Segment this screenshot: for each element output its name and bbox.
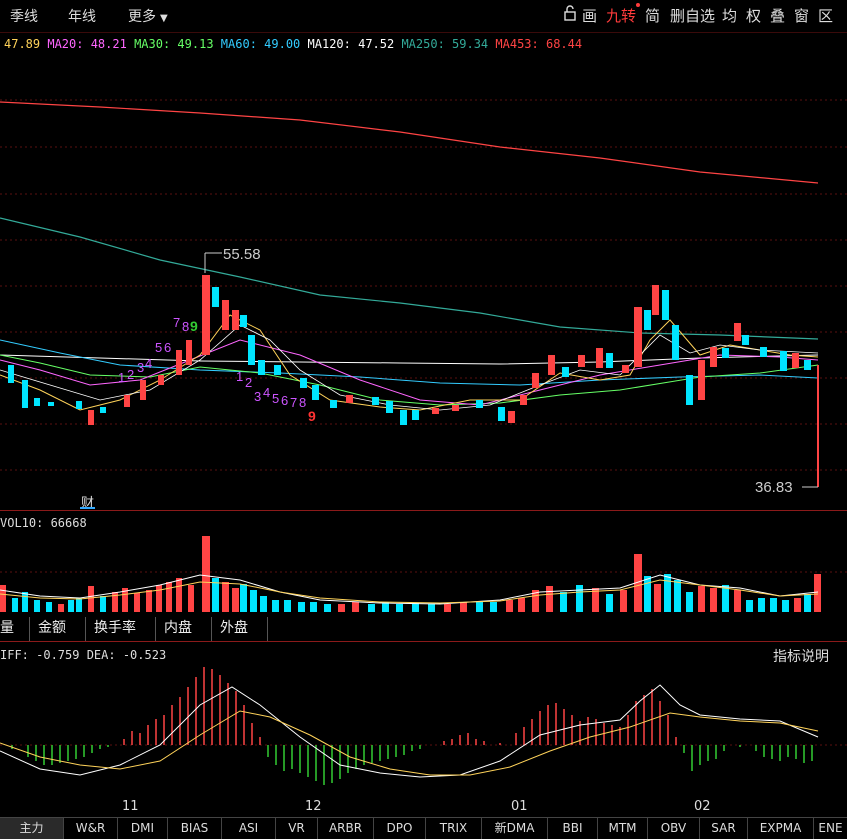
tab-mtm[interactable]: MTM (598, 818, 648, 839)
td-down-6: 6 (281, 393, 288, 408)
tab-arbr[interactable]: ARBR (318, 818, 374, 839)
tab-bias[interactable]: BIAS (168, 818, 222, 839)
tab-ene[interactable]: ENE (814, 818, 847, 839)
td-down-5: 5 (272, 391, 279, 406)
td-down-7: 7 (290, 395, 297, 410)
price-chart[interactable]: 55.58 36.83 1 2 3 4 5 6 7 8 9 1 2 3 4 5 … (0, 55, 847, 510)
ma250-line (0, 217, 819, 340)
macd-label: IFF: -0.759 DEA: -0.523 (0, 648, 167, 662)
ma-legend: 47.89 MA20: 48.21 MA30: 49.13 MA60: 49.0… (4, 37, 582, 53)
td-up-1: 1 (118, 370, 125, 385)
month-axis: 11 12 01 02 (0, 797, 847, 817)
td-down-1: 1 (236, 369, 243, 384)
month-label-12: 12 (305, 799, 322, 814)
tab-dmi[interactable]: DMI (118, 818, 168, 839)
macd-chart[interactable] (0, 665, 847, 797)
tab-obv[interactable]: OBV (648, 818, 700, 839)
macd-dea-line (0, 710, 819, 776)
td-up-6: 6 (164, 340, 171, 355)
divider-price-volume (0, 510, 847, 511)
tab-outer[interactable]: 外盘 (212, 617, 268, 641)
td-up-5: 5 (155, 340, 162, 355)
simplified-button[interactable]: 简 (645, 5, 660, 26)
ma-value-5: 47.89 (4, 37, 41, 51)
high-price-label: 55.58 (223, 246, 261, 263)
period-quarter[interactable]: 季线 (10, 6, 38, 26)
low-price-label: 36.83 (755, 479, 793, 496)
tab-new-dma[interactable]: 新DMA (482, 818, 548, 839)
top-toolbar: 季线 年线 更多 ▼ 画 九转 简 删自选 均 权 叠 窗 区 (0, 0, 847, 33)
more-menu[interactable]: 更多 ▼ (128, 6, 168, 26)
draw-button[interactable]: 画 (582, 5, 597, 26)
ma-value-60: MA60: 49.00 (220, 37, 301, 51)
tab-turnover[interactable]: 换手率 (86, 617, 156, 641)
tab-vr[interactable]: VR (276, 818, 318, 839)
divider-volume-macd (0, 641, 847, 642)
nine-turn-button[interactable]: 九转 (606, 5, 636, 26)
td-up-3: 3 (137, 360, 144, 375)
lock-icon[interactable] (562, 5, 578, 25)
ma-value-250: MA250: 59.34 (401, 37, 489, 51)
month-label-11: 11 (122, 799, 139, 814)
period-year[interactable]: 年线 (68, 6, 96, 26)
td-down-9: 9 (308, 408, 316, 424)
average-button[interactable]: 均 (722, 5, 737, 26)
tab-amount[interactable]: 金额 (30, 617, 86, 641)
volume-chart[interactable] (0, 530, 847, 615)
indicator-help-button[interactable]: 指标说明 (773, 646, 829, 666)
td-down-4: 4 (263, 385, 270, 400)
caret-down-icon: ▼ (160, 13, 168, 24)
ma453-line (0, 101, 819, 184)
volume-label: VOL10: 66668 (0, 516, 87, 530)
volume-subtabs: 量 金额 换手率 内盘 外盘 (0, 617, 847, 641)
tab-bbi[interactable]: BBI (548, 818, 598, 839)
td-down-2: 2 (245, 375, 252, 390)
tab-sar[interactable]: SAR (700, 818, 748, 839)
window-button[interactable]: 窗 (794, 5, 809, 26)
month-label-01: 01 (511, 799, 528, 814)
macd-bars (11, 667, 813, 785)
tab-trix[interactable]: TRIX (426, 818, 482, 839)
td-up-4: 4 (145, 356, 152, 371)
tab-wr[interactable]: W&R (64, 818, 118, 839)
range-button[interactable]: 区 (818, 5, 833, 26)
macd-dif-line (0, 684, 819, 778)
more-label: 更多 (128, 9, 156, 25)
price-grid (0, 99, 847, 471)
tab-inner[interactable]: 内盘 (156, 617, 212, 641)
volume-bars (0, 536, 821, 612)
td-down-3: 3 (254, 389, 261, 404)
tab-main-force[interactable]: 主力 (0, 818, 64, 839)
tab-asi[interactable]: ASI (222, 818, 276, 839)
ma10-line (0, 324, 819, 411)
tab-expma[interactable]: EXPMA (748, 818, 814, 839)
ma-value-30: MA30: 49.13 (134, 37, 214, 51)
ma-value-120: MA120: 47.52 (307, 37, 395, 51)
remove-watchlist-button[interactable]: 删自选 (670, 5, 715, 26)
tab-volume[interactable]: 量 (0, 617, 30, 641)
notification-dot (636, 3, 640, 7)
indicator-tabs: 主力 W&R DMI BIAS ASI VR ARBR DPO TRIX 新DM… (0, 817, 847, 839)
ma-value-20: MA20: 48.21 (47, 37, 127, 51)
ma-value-453: MA453: 68.44 (495, 37, 583, 51)
td-up-9: 9 (190, 318, 198, 334)
td-up-8: 8 (182, 319, 189, 334)
overlay-button[interactable]: 叠 (770, 5, 785, 26)
month-label-02: 02 (694, 799, 711, 814)
td-down-8: 8 (299, 395, 306, 410)
rights-button[interactable]: 权 (746, 5, 761, 26)
tab-dpo[interactable]: DPO (374, 818, 426, 839)
td-up-7: 7 (173, 315, 180, 330)
td-up-2: 2 (127, 367, 134, 382)
